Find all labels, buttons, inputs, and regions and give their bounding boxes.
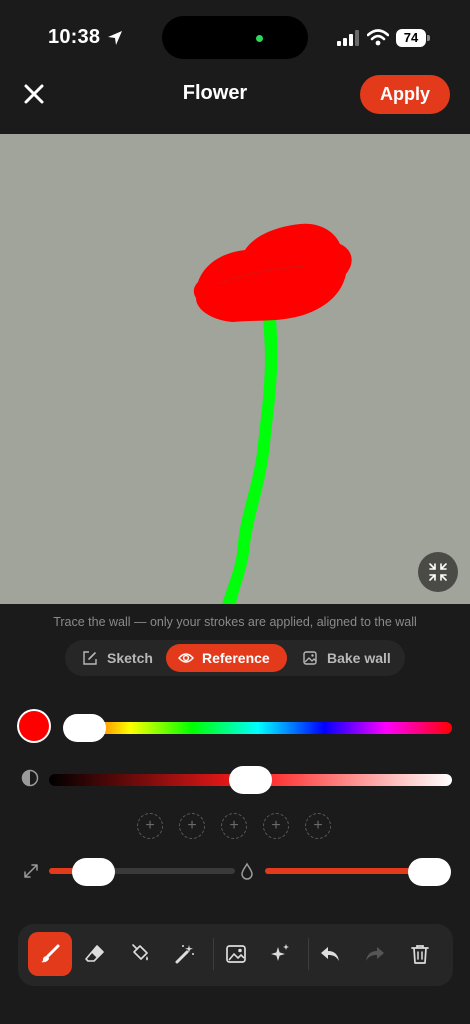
image-icon: [226, 945, 246, 963]
status-bar: 10:38 74: [0, 0, 470, 76]
drawing-canvas[interactable]: [0, 134, 470, 604]
mode-reference-label: Reference: [202, 650, 270, 666]
hue-slider-thumb[interactable]: [63, 714, 106, 742]
resize-icon: [24, 864, 38, 878]
fill-bucket-icon: [132, 944, 148, 961]
contrast-icon: [21, 769, 39, 787]
current-color-swatch[interactable]: [19, 711, 49, 741]
stem-stroke: [222, 319, 278, 604]
undo-button[interactable]: [308, 932, 352, 976]
magic-wand-icon: [175, 945, 194, 964]
mode-reference-button[interactable]: Reference: [166, 644, 287, 672]
mode-bake-wall-button[interactable]: Bake wall: [291, 644, 401, 672]
ai-sparkle-tool-button[interactable]: [258, 932, 302, 976]
magic-wand-tool-button[interactable]: [163, 932, 207, 976]
dynamic-island: [162, 16, 308, 59]
flower-drawing: [193, 223, 352, 604]
lightness-slider-thumb[interactable]: [229, 766, 272, 794]
edit-icon: [83, 651, 97, 665]
wifi-icon: [367, 29, 389, 46]
sparkles-icon: [271, 944, 289, 961]
collapse-button[interactable]: [418, 552, 458, 592]
hue-slider-track[interactable]: [64, 722, 452, 734]
mode-bake-wall-label: Bake wall: [327, 650, 391, 666]
brush-icon: [41, 944, 60, 963]
mode-sketch-button[interactable]: Sketch: [71, 644, 167, 672]
color-preset-slot[interactable]: +: [263, 813, 289, 839]
delete-button[interactable]: [398, 932, 442, 976]
image-icon: [303, 651, 317, 665]
color-preset-slot[interactable]: +: [179, 813, 205, 839]
flower-petals-stroke: [193, 223, 352, 322]
location-arrow-icon: [108, 31, 122, 45]
redo-button[interactable]: [353, 932, 397, 976]
color-preset-slot[interactable]: +: [221, 813, 247, 839]
collapse-arrows-icon: [429, 563, 447, 581]
status-time: 10:38: [48, 26, 101, 48]
mode-segmented-control: Sketch Reference Bake wall: [65, 640, 405, 676]
eraser-tool-button[interactable]: [73, 932, 117, 976]
color-preset-slot[interactable]: +: [137, 813, 163, 839]
apply-button[interactable]: Apply: [360, 75, 450, 114]
opacity-drop-icon: [241, 862, 253, 880]
battery-indicator: 74: [396, 29, 426, 47]
opacity-slider-thumb[interactable]: [408, 858, 451, 886]
redo-icon: [366, 947, 384, 961]
undo-icon: [321, 947, 339, 961]
battery-tip: [427, 35, 430, 41]
eraser-icon: [85, 945, 104, 962]
tool-bar: [18, 924, 453, 986]
camera-indicator-dot: [256, 35, 263, 42]
mode-sketch-label: Sketch: [107, 650, 153, 666]
hint-text: Trace the wall — only your strokes are a…: [53, 615, 417, 629]
brush-tool-button[interactable]: [28, 932, 72, 976]
brush-size-slider-thumb[interactable]: [72, 858, 115, 886]
trash-icon: [411, 945, 429, 964]
eye-icon: [178, 653, 194, 663]
image-tool-button[interactable]: [214, 932, 258, 976]
fill-tool-button[interactable]: [118, 932, 162, 976]
signal-icon: [337, 30, 359, 46]
color-preset-slot[interactable]: +: [305, 813, 331, 839]
